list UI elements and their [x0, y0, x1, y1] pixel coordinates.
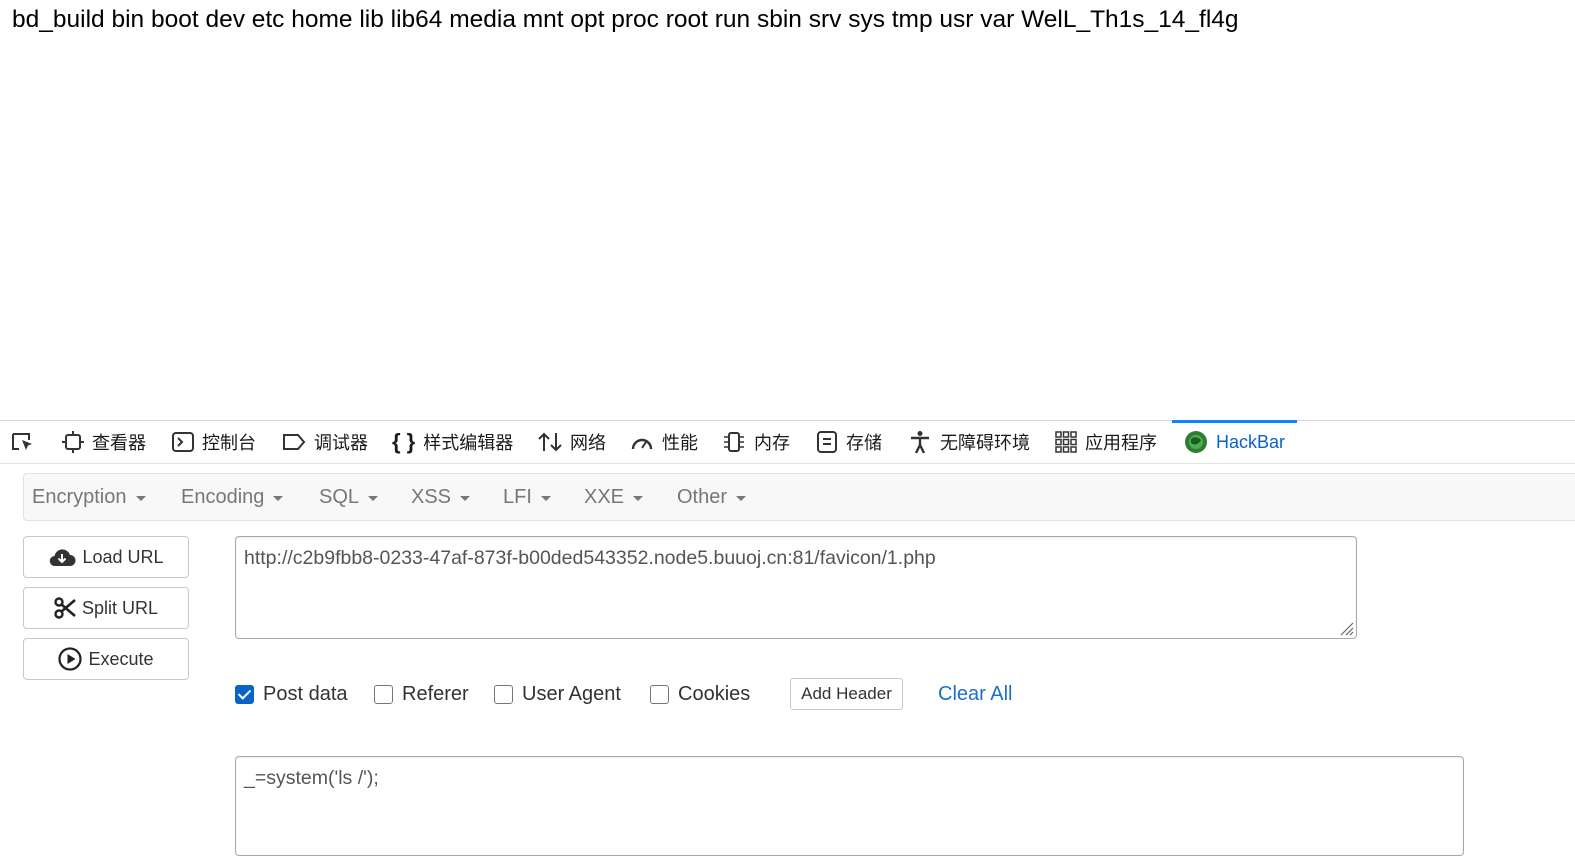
devtools-toolbar: 查看器 控制台 调试器 { } 样式编辑器 网络 性能 内存 存储 无障碍环境 … [0, 420, 1575, 464]
split-url-label: Split URL [81, 597, 159, 618]
user-agent-option[interactable]: User Agent [494, 679, 621, 709]
scissors-icon [54, 597, 76, 619]
tab-inspector[interactable]: 查看器 [62, 421, 146, 463]
storage-icon [817, 431, 837, 453]
user-agent-label: User Agent [522, 682, 621, 705]
request-options: Post data Referer User Agent Cookies [0, 679, 1200, 709]
menu-xss-label: XSS [411, 485, 452, 508]
debugger-icon [283, 434, 306, 450]
style-editor-icon: { } [392, 429, 416, 454]
tab-network-label: 网络 [570, 433, 606, 453]
tab-console-label: 控制台 [202, 433, 256, 453]
page-output: bd_build bin boot dev etc home lib lib64… [12, 6, 1239, 33]
tab-debugger-label: 调试器 [314, 433, 368, 453]
tab-hackbar[interactable]: HackBar [1171, 420, 1298, 463]
referer-label: Referer [402, 682, 469, 705]
tab-network[interactable]: 网络 [538, 421, 606, 463]
caret-down-icon [273, 496, 284, 501]
add-header-button[interactable]: Add Header [790, 678, 903, 710]
tab-memory-label: 内存 [754, 433, 790, 453]
caret-down-icon [736, 496, 747, 501]
menu-xss[interactable]: XSS [411, 474, 471, 520]
memory-icon [724, 432, 744, 452]
tab-storage-label: 存储 [846, 433, 882, 453]
tab-application[interactable]: 应用程序 [1055, 421, 1157, 463]
menu-xxe[interactable]: XXE [584, 474, 644, 520]
hackbar-menu: Encryption Encoding SQL XSS LFI XXE Othe… [23, 473, 1575, 521]
post-data-label: Post data [263, 682, 348, 705]
cookies-option[interactable]: Cookies [650, 679, 750, 709]
network-icon [538, 432, 562, 452]
menu-encryption-label: Encryption [32, 485, 127, 508]
load-url-button[interactable]: Load URL [23, 536, 189, 578]
menu-xxe-label: XXE [584, 485, 625, 508]
cookies-label: Cookies [678, 682, 751, 705]
menu-other[interactable]: Other [677, 474, 747, 520]
tab-hackbar-label: HackBar [1216, 431, 1286, 452]
tab-debugger[interactable]: 调试器 [282, 421, 368, 463]
execute-button[interactable]: Execute [23, 638, 189, 680]
tab-accessibility-label: 无障碍环境 [940, 433, 1030, 453]
tab-style-editor-label: 样式编辑器 [423, 433, 514, 453]
menu-sql[interactable]: SQL [319, 474, 379, 520]
post-data-input[interactable]: _=system('ls /'); [235, 756, 1464, 856]
referer-option[interactable]: Referer [374, 679, 469, 709]
element-picker-icon[interactable] [10, 430, 36, 456]
tab-performance[interactable]: 性能 [630, 421, 698, 463]
user-agent-checkbox[interactable] [494, 684, 513, 704]
menu-encoding-label: Encoding [181, 485, 265, 508]
tab-accessibility[interactable]: 无障碍环境 [908, 421, 1030, 463]
execute-label: Execute [88, 648, 154, 669]
menu-other-label: Other [677, 485, 728, 508]
menu-encoding[interactable]: Encoding [181, 474, 284, 520]
tab-storage[interactable]: 存储 [816, 421, 882, 463]
inspector-icon [62, 431, 84, 453]
menu-lfi[interactable]: LFI [503, 474, 551, 520]
tab-memory[interactable]: 内存 [722, 421, 790, 463]
tab-application-label: 应用程序 [1085, 433, 1157, 453]
post-data-option[interactable]: Post data [235, 679, 348, 709]
application-icon [1055, 431, 1077, 453]
cloud-download-icon [50, 549, 76, 567]
devtools-panel: 查看器 控制台 调试器 { } 样式编辑器 网络 性能 内存 存储 无障碍环境 … [0, 420, 1575, 856]
referer-checkbox[interactable] [374, 684, 393, 704]
play-circle-icon [58, 647, 83, 671]
url-input[interactable]: http://c2b9fbb8-0233-47af-873f-b00ded543… [235, 536, 1357, 639]
hackbar-icon [1185, 431, 1207, 453]
tab-style-editor[interactable]: { } 样式编辑器 [392, 421, 513, 463]
menu-lfi-label: LFI [503, 485, 532, 508]
caret-down-icon [540, 496, 551, 501]
caret-down-icon [135, 496, 146, 501]
caret-down-icon [460, 496, 471, 501]
menu-sql-label: SQL [319, 485, 360, 508]
caret-down-icon [633, 496, 644, 501]
tab-performance-label: 性能 [662, 433, 698, 453]
split-url-button[interactable]: Split URL [23, 587, 189, 629]
post-data-value: _=system('ls /'); [244, 767, 379, 789]
accessibility-icon [911, 431, 929, 454]
url-value: http://c2b9fbb8-0233-47af-873f-b00ded543… [244, 547, 936, 569]
post-data-checkbox[interactable] [235, 684, 254, 704]
tab-inspector-label: 查看器 [92, 433, 146, 453]
resize-grip-icon[interactable] [1336, 618, 1354, 636]
tab-console[interactable]: 控制台 [172, 421, 256, 463]
performance-icon [631, 438, 653, 450]
clear-all-link[interactable]: Clear All [938, 679, 1012, 709]
cookies-checkbox[interactable] [650, 684, 669, 704]
load-url-label: Load URL [82, 546, 164, 567]
caret-down-icon [368, 496, 379, 501]
menu-encryption[interactable]: Encryption [32, 474, 146, 520]
console-icon [172, 432, 194, 452]
